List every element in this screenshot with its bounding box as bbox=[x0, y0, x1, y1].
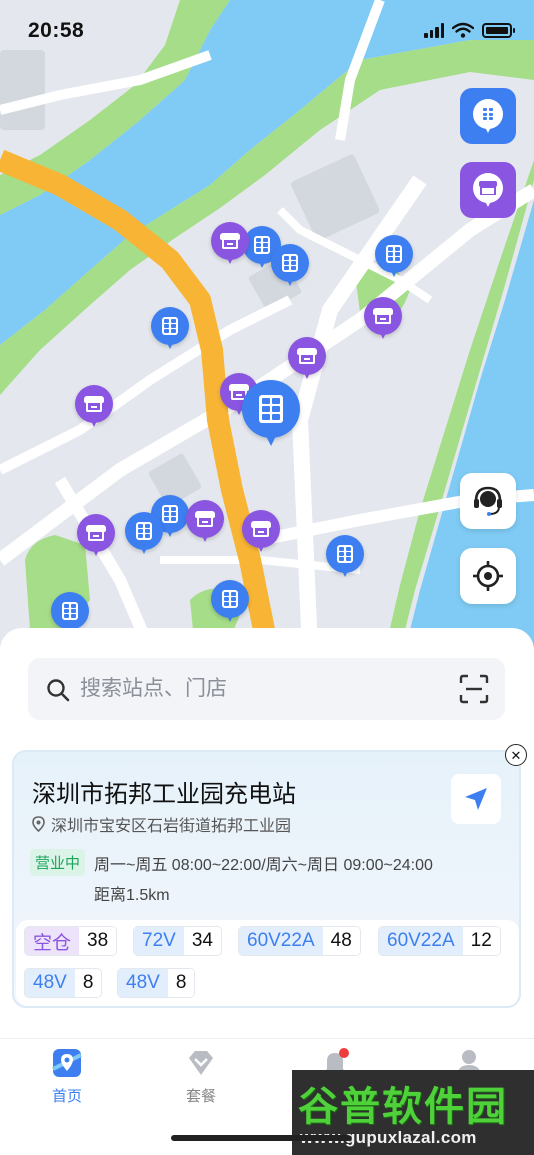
watermark-title: 谷普软件园 bbox=[298, 1084, 508, 1130]
port-summary: 空仓 38 72V 34 60V22A 48 60V22A 12 48V 8 48V 8 bbox=[16, 920, 519, 1006]
tab-home[interactable]: 首页 bbox=[22, 1047, 112, 1106]
port-count: 38 bbox=[79, 927, 117, 955]
station-pin[interactable] bbox=[211, 580, 249, 626]
port-count: 34 bbox=[183, 927, 221, 955]
port-label: 72V bbox=[134, 927, 184, 955]
store-pin[interactable] bbox=[75, 385, 113, 431]
port-label: 60V22A bbox=[379, 927, 463, 955]
selected-station-pin[interactable] bbox=[242, 380, 300, 448]
station-pin[interactable] bbox=[375, 235, 413, 281]
store-pin[interactable] bbox=[242, 510, 280, 556]
port-count: 12 bbox=[462, 927, 500, 955]
station-name: 深圳市拓邦工业园充电站 bbox=[32, 781, 296, 808]
store-pin[interactable] bbox=[211, 222, 249, 268]
port-count: 8 bbox=[74, 969, 102, 997]
navigate-button[interactable] bbox=[451, 774, 501, 824]
station-pin[interactable] bbox=[271, 244, 309, 290]
port-item: 60V22A 12 bbox=[378, 926, 501, 956]
station-card[interactable]: 深圳市拓邦工业园充电站 深圳市宝安区石岩街道拓邦工业园 营业中 周一~周五 08… bbox=[12, 750, 521, 1008]
search-icon bbox=[47, 679, 70, 702]
store-filter-button[interactable] bbox=[460, 162, 516, 218]
charging-station-pin-icon bbox=[473, 99, 503, 133]
port-item: 空仓 38 bbox=[24, 926, 118, 956]
close-card-button[interactable]: ✕ bbox=[505, 744, 527, 766]
navigation-arrow-icon bbox=[465, 788, 487, 810]
station-filter-button[interactable] bbox=[460, 88, 516, 144]
customer-service-button[interactable] bbox=[460, 473, 516, 529]
store-pin[interactable] bbox=[77, 514, 115, 560]
diamond-icon bbox=[189, 1051, 213, 1075]
station-pin[interactable] bbox=[151, 307, 189, 353]
business-hours: 周一~周五 08:00~22:00/周六~周日 09:00~24:00 bbox=[94, 857, 433, 874]
location-pin-icon bbox=[32, 816, 45, 832]
status-icons bbox=[424, 22, 515, 38]
port-label: 48V bbox=[118, 969, 168, 997]
store-pin-icon bbox=[473, 173, 503, 207]
map-view[interactable]: 20:58 bbox=[0, 0, 534, 650]
watermark: 谷普软件园 www.gupuxlazal.com bbox=[292, 1070, 534, 1155]
status-bar: 20:58 bbox=[0, 0, 534, 62]
search-input[interactable] bbox=[80, 672, 440, 706]
store-pin[interactable] bbox=[186, 500, 224, 546]
station-distance: 距离1.5km bbox=[94, 887, 170, 904]
port-item: 72V 34 bbox=[133, 926, 222, 956]
station-address: 深圳市宝安区石岩街道拓邦工业园 bbox=[32, 812, 291, 836]
battery-icon bbox=[482, 22, 515, 38]
search-bar[interactable] bbox=[28, 658, 505, 720]
tab-home-label: 首页 bbox=[51, 1088, 82, 1105]
port-label: 空仓 bbox=[25, 927, 80, 955]
scan-icon[interactable] bbox=[459, 674, 489, 704]
port-count: 48 bbox=[322, 927, 360, 955]
port-label: 60V22A bbox=[239, 927, 323, 955]
close-icon: ✕ bbox=[510, 747, 522, 763]
store-pin[interactable] bbox=[288, 337, 326, 383]
port-label: 48V bbox=[25, 969, 75, 997]
home-map-icon bbox=[52, 1049, 82, 1077]
locate-me-button[interactable] bbox=[460, 548, 516, 604]
port-count: 8 bbox=[167, 969, 195, 997]
station-pin[interactable] bbox=[125, 512, 163, 558]
station-pin[interactable] bbox=[326, 535, 364, 581]
status-badge: 营业中 bbox=[30, 849, 86, 876]
port-item: 60V22A 48 bbox=[238, 926, 361, 956]
status-time: 20:58 bbox=[28, 19, 85, 42]
crosshair-icon bbox=[473, 561, 503, 591]
port-item: 48V 8 bbox=[24, 968, 103, 998]
station-address-text: 深圳市宝安区石岩街道拓邦工业园 bbox=[51, 818, 292, 835]
tab-package[interactable]: 套餐 bbox=[156, 1047, 246, 1106]
tab-package-label: 套餐 bbox=[185, 1088, 216, 1105]
store-pin[interactable] bbox=[364, 297, 402, 343]
headset-icon bbox=[474, 486, 502, 516]
port-item: 48V 8 bbox=[117, 968, 196, 998]
home-indicator[interactable] bbox=[171, 1135, 351, 1141]
cellular-signal-icon bbox=[424, 22, 444, 38]
wifi-icon bbox=[452, 22, 474, 38]
